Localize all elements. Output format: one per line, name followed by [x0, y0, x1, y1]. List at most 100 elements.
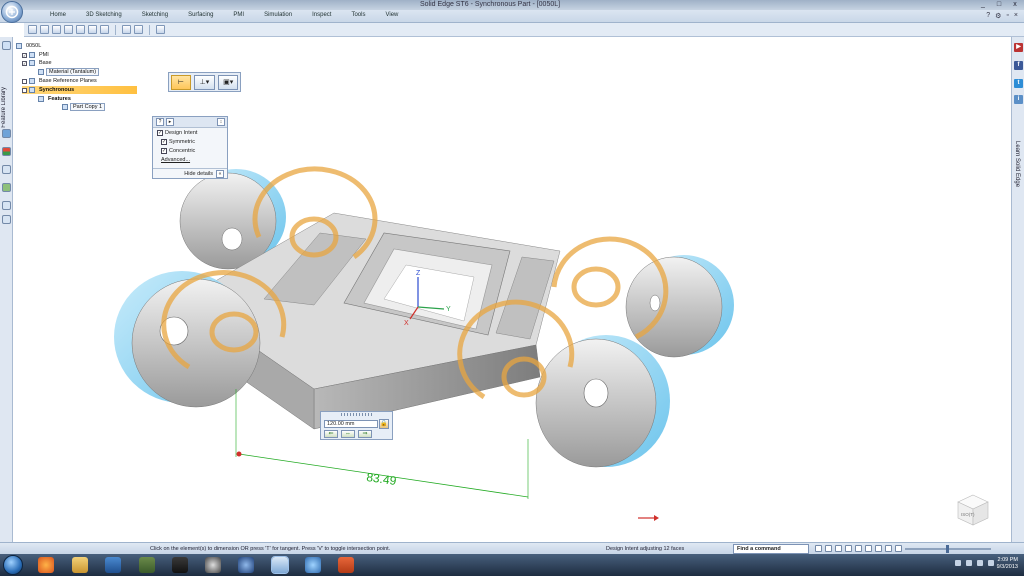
- tree-item-base[interactable]: ✓ Base: [22, 59, 54, 67]
- close-doc-icon[interactable]: ×: [1014, 12, 1018, 20]
- tab-home[interactable]: Home: [40, 12, 76, 18]
- tab-pmi[interactable]: PMI: [223, 12, 254, 18]
- volume-icon[interactable]: [988, 560, 994, 566]
- concentric-option[interactable]: ✓ Concentric: [153, 146, 227, 155]
- dimension-orientation-icon[interactable]: ⊥▾: [193, 74, 216, 90]
- dimension-style-icon[interactable]: ▣▾: [218, 74, 238, 90]
- zoom-icon[interactable]: [835, 545, 842, 552]
- reports-icon[interactable]: [2, 201, 11, 210]
- fit-icon[interactable]: [815, 545, 822, 552]
- design-intent-help-icon[interactable]: ?: [156, 118, 164, 126]
- family-icon[interactable]: [2, 183, 11, 192]
- reference-planes-checkbox[interactable]: [22, 78, 27, 84]
- smart-dimension-icon[interactable]: ⊢: [171, 74, 191, 90]
- learn-icon[interactable]: i: [1014, 95, 1023, 104]
- direction-both-icon[interactable]: ⇔: [341, 430, 355, 438]
- app-icon[interactable]: [238, 557, 254, 573]
- design-intent-play-icon[interactable]: ▸: [166, 118, 174, 126]
- zoom-area-icon[interactable]: [825, 545, 832, 552]
- direction-right-icon[interactable]: ⇒: [358, 430, 372, 438]
- tools-icon[interactable]: [2, 215, 11, 224]
- tree-item-synchronous[interactable]: Synchronous: [22, 86, 137, 94]
- steam-icon[interactable]: [205, 557, 221, 573]
- outlook-icon[interactable]: [105, 557, 121, 573]
- view-orientation-icon[interactable]: [865, 545, 872, 552]
- tray-icon[interactable]: [966, 560, 972, 566]
- advanced-link[interactable]: Advanced...: [153, 155, 227, 164]
- minecraft-icon[interactable]: [139, 557, 155, 573]
- undo-icon[interactable]: [122, 25, 131, 34]
- color-manager-icon[interactable]: [2, 147, 11, 156]
- pathfinder-icon[interactable]: [2, 41, 11, 50]
- help-icon[interactable]: ?: [986, 12, 990, 20]
- explorer-icon[interactable]: [72, 557, 88, 573]
- shading-icon[interactable]: [875, 545, 882, 552]
- start-button[interactable]: [3, 555, 23, 575]
- tree-item-pmi[interactable]: ✓ PMI: [22, 51, 51, 59]
- lock-icon[interactable]: 🔒: [379, 419, 389, 429]
- find-command-input[interactable]: Find a command: [733, 544, 809, 554]
- options-icon[interactable]: ⚙: [995, 12, 1001, 20]
- symmetric-option[interactable]: ✓ Symmetric: [153, 137, 227, 146]
- copy-icon[interactable]: [88, 25, 97, 34]
- new-icon[interactable]: [28, 25, 37, 34]
- tab-inspect[interactable]: Inspect: [302, 12, 341, 18]
- hide-details-link[interactable]: Hide details: [184, 171, 213, 177]
- front-right-lug[interactable]: [535, 335, 670, 468]
- design-intent-checkbox[interactable]: ✓: [157, 129, 163, 136]
- restore-icon[interactable]: ▫: [1006, 12, 1008, 20]
- pmi-checkbox[interactable]: ✓: [22, 52, 27, 58]
- paste-icon[interactable]: [100, 25, 109, 34]
- tab-view[interactable]: View: [375, 12, 408, 18]
- tree-item-part-copy[interactable]: Part Copy 1: [62, 103, 106, 111]
- application-button[interactable]: [1, 1, 23, 23]
- tree-item-reference-planes[interactable]: Base Reference Planes: [22, 77, 99, 85]
- save-icon[interactable]: [52, 25, 61, 34]
- print-icon[interactable]: [64, 25, 73, 34]
- pan-icon[interactable]: [845, 545, 852, 552]
- lock-view-icon[interactable]: [895, 545, 902, 552]
- tab-sketching[interactable]: Sketching: [132, 12, 178, 18]
- tray-icon[interactable]: [977, 560, 983, 566]
- base-checkbox[interactable]: ✓: [22, 60, 27, 66]
- redo-icon[interactable]: [134, 25, 143, 34]
- maximize-button[interactable]: □: [994, 1, 1004, 8]
- tab-simulation[interactable]: Simulation: [254, 12, 302, 18]
- epic-launcher-icon[interactable]: [172, 557, 188, 573]
- network-app-icon[interactable]: [305, 557, 321, 573]
- tab-surfacing[interactable]: Surfacing: [178, 12, 223, 18]
- synchronous-checkbox[interactable]: [22, 87, 27, 93]
- view-cube[interactable]: ISO(T): [955, 492, 991, 528]
- twitter-icon[interactable]: t: [1014, 79, 1023, 88]
- symmetric-checkbox[interactable]: ✓: [161, 138, 167, 145]
- tab-3d-sketching[interactable]: 3D Sketching: [76, 12, 132, 18]
- facebook-icon[interactable]: f: [1014, 61, 1023, 70]
- tree-item-material[interactable]: Material (Tantalum): [38, 68, 100, 76]
- feature-library-tab[interactable]: Feature Library: [1, 87, 7, 128]
- solid-edge-taskbar-icon[interactable]: [271, 556, 289, 574]
- direction-left-icon[interactable]: ⇐: [324, 430, 338, 438]
- customize-icon[interactable]: [156, 25, 165, 34]
- design-intent-pin-icon[interactable]: ↕: [217, 118, 225, 126]
- firefox-icon[interactable]: [38, 557, 54, 573]
- open-icon[interactable]: [40, 25, 49, 34]
- concentric-checkbox[interactable]: ✓: [161, 147, 167, 154]
- close-button[interactable]: x: [1010, 1, 1020, 8]
- rotate-icon[interactable]: [855, 545, 862, 552]
- learn-solid-edge-tab[interactable]: Learn Solid Edge: [1014, 141, 1020, 187]
- sensor-icon[interactable]: [2, 165, 11, 174]
- tab-tools[interactable]: Tools: [341, 12, 375, 18]
- tree-item-features[interactable]: Features: [38, 95, 73, 103]
- powerpoint-icon[interactable]: [338, 557, 354, 573]
- dimension-value[interactable]: 83.49: [366, 470, 398, 488]
- collapse-icon[interactable]: «: [216, 169, 224, 178]
- tray-icon[interactable]: [955, 560, 961, 566]
- back-right-lug[interactable]: [625, 255, 734, 358]
- layers-icon[interactable]: [2, 129, 11, 138]
- youtube-icon[interactable]: ▶: [1014, 43, 1023, 52]
- cut-icon[interactable]: [76, 25, 85, 34]
- dimension-value-input[interactable]: 120.00 mm: [324, 420, 378, 428]
- drag-handle[interactable]: [341, 413, 372, 416]
- design-intent-header-row[interactable]: ✓ Design Intent: [153, 128, 227, 137]
- style-icon[interactable]: [885, 545, 892, 552]
